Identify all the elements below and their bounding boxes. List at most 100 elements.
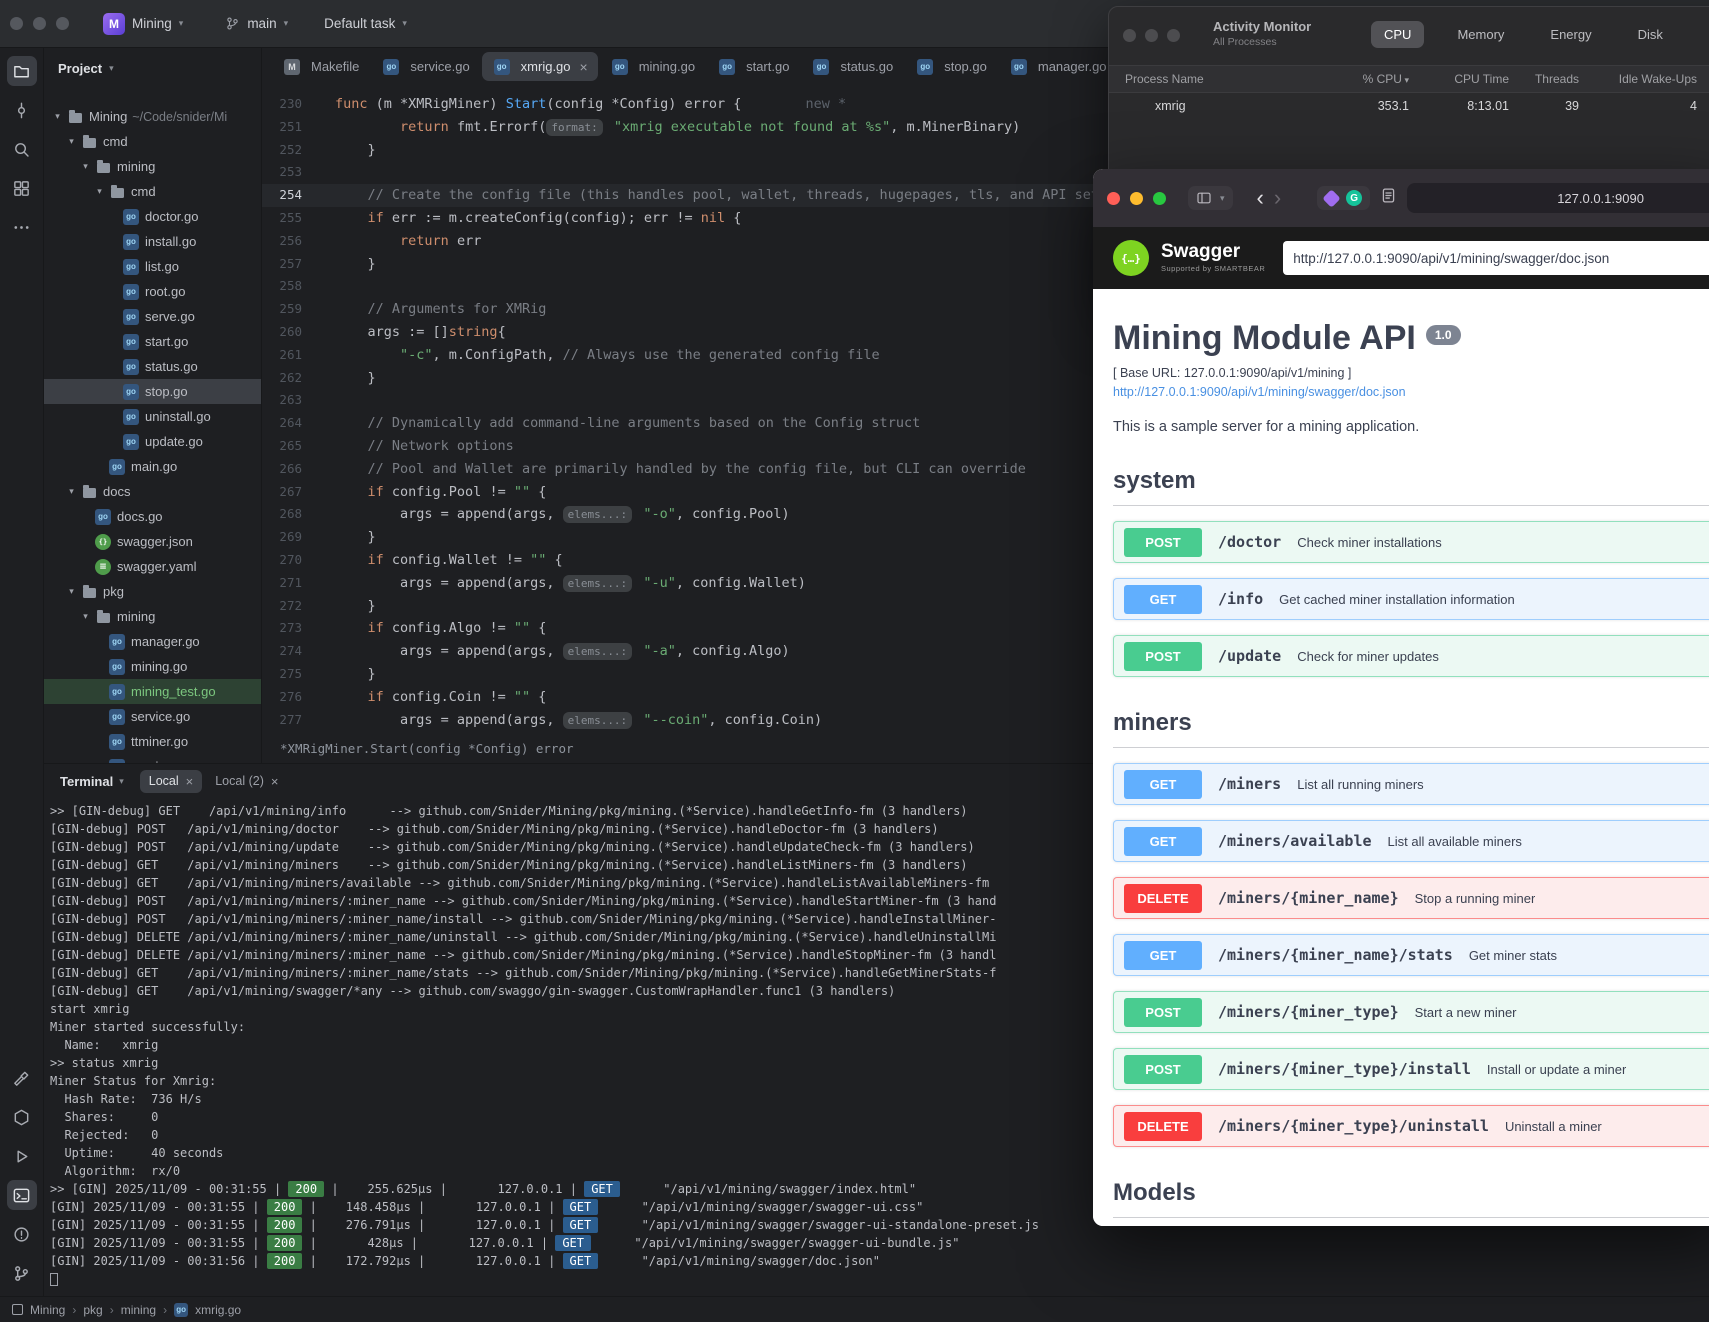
close-icon[interactable]: × <box>271 774 279 789</box>
page-settings-button[interactable] <box>1380 187 1397 209</box>
tree-item-main.go[interactable]: main.go <box>44 454 261 479</box>
tree-item-pkg[interactable]: ▾ pkg <box>44 579 261 604</box>
services-button[interactable] <box>7 1102 37 1132</box>
breadcrumb-item-Mining[interactable]: Mining <box>30 1303 65 1317</box>
tree-item-docs[interactable]: ▾ docs <box>44 479 261 504</box>
breadcrumb-item-mining[interactable]: mining <box>121 1303 156 1317</box>
project-selector[interactable]: M Mining ▾ <box>103 12 183 35</box>
am-tab-Disk[interactable]: Disk <box>1625 21 1676 48</box>
tree-item-status.go[interactable]: status.go <box>44 354 261 379</box>
tab-Makefile[interactable]: Makefile <box>272 52 369 81</box>
am-column-% CPU[interactable]: % CPU ▾ <box>1339 72 1425 86</box>
section-title-system[interactable]: system <box>1113 467 1709 506</box>
endpoint-GET-/miners[interactable]: GET/miners List all running miners <box>1113 763 1709 805</box>
project-panel-header[interactable]: Project ▾ <box>44 48 261 88</box>
chevron-down-icon[interactable]: ▾ <box>64 136 79 147</box>
tree-item-uninstall.go[interactable]: uninstall.go <box>44 404 261 429</box>
am-tab-Memory[interactable]: Memory <box>1444 21 1517 48</box>
zoom-button[interactable] <box>56 17 69 30</box>
minimize-button[interactable] <box>33 17 46 30</box>
terminal-tool-button[interactable] <box>6 1180 37 1210</box>
chevron-down-icon[interactable]: ▾ <box>78 611 93 622</box>
endpoint-DELETE-/miners/{miner_type}/uninstall[interactable]: DELETE/miners/{miner_type}/uninstall Unin… <box>1113 1105 1709 1147</box>
project-tool-button[interactable] <box>6 56 37 86</box>
tree-item-cmd[interactable]: ▾ cmd <box>44 129 261 154</box>
close-button[interactable] <box>10 17 23 30</box>
tree-item-cmd[interactable]: ▾ cmd <box>44 179 261 204</box>
back-button[interactable]: ‹ <box>1257 187 1264 209</box>
more-tools-button[interactable] <box>7 212 37 242</box>
tree-item-mining_test.go[interactable]: mining_test.go <box>44 679 261 704</box>
endpoint-DELETE-/miners/{miner_name}[interactable]: DELETE/miners/{miner_name} Stop a running… <box>1113 877 1709 919</box>
am-column-Threads[interactable]: Threads <box>1525 72 1595 86</box>
tree-item-install.go[interactable]: install.go <box>44 229 261 254</box>
extension-icon[interactable] <box>1322 188 1341 208</box>
terminal-title[interactable]: Terminal ▾ <box>60 774 124 789</box>
version-control-button[interactable] <box>7 1258 37 1288</box>
tab-status.go[interactable]: status.go <box>801 52 903 81</box>
endpoint-POST-/miners/{miner_type}[interactable]: POST/miners/{miner_type} Start a new mine… <box>1113 991 1709 1033</box>
endpoint-GET-/miners/available[interactable]: GET/miners/available List all available m… <box>1113 820 1709 862</box>
chevron-down-icon[interactable]: ▾ <box>92 186 107 197</box>
terminal-tab-Local[interactable]: Local × <box>139 769 203 793</box>
tools-button[interactable] <box>7 1063 37 1093</box>
am-tab-Network[interactable]: Network <box>1696 21 1709 48</box>
tree-item-update.go[interactable]: update.go <box>44 429 261 454</box>
task-selector[interactable]: Default task ▾ <box>324 16 407 31</box>
close-button[interactable] <box>1107 191 1120 205</box>
tab-mining.go[interactable]: mining.go <box>600 52 705 81</box>
chevron-down-icon[interactable]: ▾ <box>50 111 65 122</box>
minimize-button[interactable] <box>1145 29 1158 42</box>
commit-tool-button[interactable] <box>7 95 37 125</box>
tree-item-list.go[interactable]: list.go <box>44 254 261 279</box>
tree-item-mining.go[interactable]: mining.go <box>44 654 261 679</box>
tree-item-stop.go[interactable]: stop.go <box>44 379 261 404</box>
swagger-url-input[interactable]: http://127.0.0.1:9090/api/v1/mining/swag… <box>1283 241 1709 275</box>
tree-item-root.go[interactable]: root.go <box>44 279 261 304</box>
chevron-down-icon[interactable]: ▾ <box>78 161 93 172</box>
tree-item-Mining[interactable]: ▾ Mining ~/Code/snider/Mi <box>44 104 261 129</box>
section-title-Models[interactable]: Models <box>1113 1179 1709 1218</box>
zoom-button[interactable] <box>1153 191 1166 205</box>
am-tab-Energy[interactable]: Energy <box>1537 21 1604 48</box>
structure-tool-button[interactable] <box>7 173 37 203</box>
tab-service.go[interactable]: service.go <box>371 52 479 81</box>
terminal-tab-Local (2)[interactable]: Local (2) × <box>206 770 287 793</box>
tree-item-mining[interactable]: ▾ mining <box>44 154 261 179</box>
tree-item-swagger.yaml[interactable]: swagger.yaml <box>44 554 261 579</box>
endpoint-GET-/info[interactable]: GET/info Get cached miner installation in… <box>1113 578 1709 620</box>
forward-button[interactable]: › <box>1274 187 1281 209</box>
tree-item-version.go[interactable]: version.go <box>44 754 261 763</box>
tree-item-serve.go[interactable]: serve.go <box>44 304 261 329</box>
chevron-down-icon[interactable]: ▾ <box>64 486 79 497</box>
tree-item-docs.go[interactable]: docs.go <box>44 504 261 529</box>
endpoint-POST-/update[interactable]: POST/update Check for miner updates <box>1113 635 1709 677</box>
section-title-miners[interactable]: miners <box>1113 709 1709 748</box>
problems-button[interactable] <box>7 1219 37 1249</box>
tab-stop.go[interactable]: stop.go <box>905 52 997 81</box>
tab-xmrig.go[interactable]: xmrig.go × <box>481 52 598 81</box>
close-button[interactable] <box>1123 29 1136 42</box>
am-tab-CPU[interactable]: CPU <box>1371 21 1425 48</box>
tree-item-start.go[interactable]: start.go <box>44 329 261 354</box>
chevron-down-icon[interactable]: ▾ <box>64 586 79 597</box>
endpoint-GET-/miners/{miner_name}/stats[interactable]: GET/miners/{miner_name}/stats Get miner s… <box>1113 934 1709 976</box>
zoom-button[interactable] <box>1167 29 1180 42</box>
tree-item-manager.go[interactable]: manager.go <box>44 629 261 654</box>
search-tool-button[interactable] <box>7 134 37 164</box>
sidebar-toggle[interactable]: ▾ <box>1188 186 1233 210</box>
grammarly-icon[interactable]: G <box>1346 190 1363 206</box>
breadcrumb-item-pkg[interactable]: pkg <box>83 1303 102 1317</box>
branch-selector[interactable]: main ▾ <box>225 16 288 31</box>
tree-item-ttminer.go[interactable]: ttminer.go <box>44 729 261 754</box>
close-icon[interactable]: × <box>186 774 194 789</box>
run-button[interactable] <box>7 1141 37 1171</box>
tree-item-service.go[interactable]: service.go <box>44 704 261 729</box>
minimize-button[interactable] <box>1130 191 1143 205</box>
address-bar[interactable]: 127.0.0.1:9090 <box>1407 183 1709 213</box>
tree-item-mining[interactable]: ▾ mining <box>44 604 261 629</box>
endpoint-POST-/miners/{miner_type}/install[interactable]: POST/miners/{miner_type}/install Install … <box>1113 1048 1709 1090</box>
tree-item-doctor.go[interactable]: doctor.go <box>44 204 261 229</box>
tab-start.go[interactable]: start.go <box>707 52 799 81</box>
breadcrumb-item-xmrig.go[interactable]: xmrig.go <box>195 1303 241 1317</box>
